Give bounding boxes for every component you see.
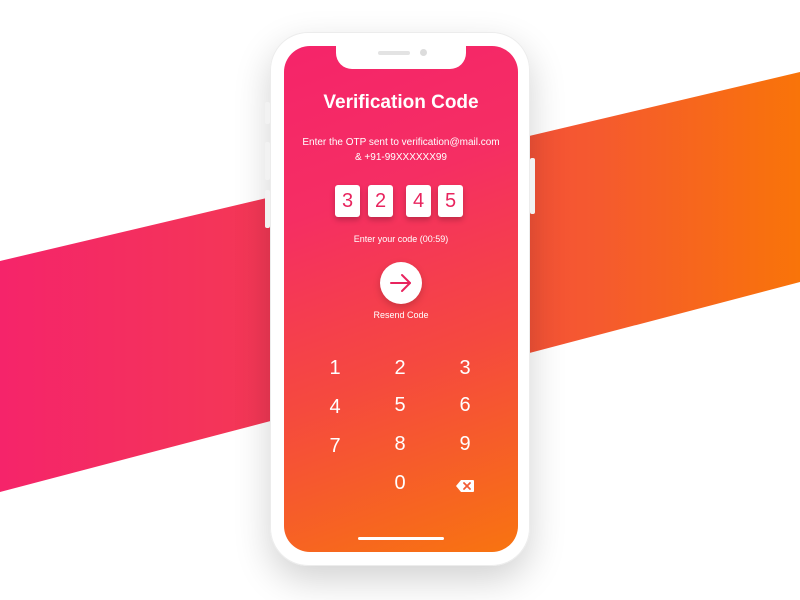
page-title: Verification Code (323, 92, 479, 113)
front-camera (420, 49, 427, 56)
otp-instructions-line1: Enter the OTP sent to verification@mail.… (302, 137, 500, 148)
keypad-key-5[interactable]: 5 (380, 390, 420, 420)
keypad-key-3[interactable]: 3 (445, 353, 485, 383)
keypad-key-7[interactable]: 7 (315, 431, 355, 461)
keypad-key-0[interactable]: 0 (380, 468, 420, 498)
otp-instructions: Enter the OTP sent to verification@mail.… (292, 135, 510, 165)
otp-digit-2[interactable]: 2 (368, 185, 393, 217)
keypad-key-8[interactable]: 8 (380, 429, 420, 459)
keypad-key-2[interactable]: 2 (380, 353, 420, 383)
keypad-key-1[interactable]: 1 (315, 353, 355, 383)
otp-instructions-line2: & +91-99XXXXXX99 (354, 152, 447, 163)
home-indicator[interactable] (358, 537, 444, 540)
backspace-button[interactable] (455, 479, 475, 493)
phone-notch (336, 46, 466, 69)
otp-digit-1[interactable]: 3 (335, 185, 360, 217)
otp-digit-4[interactable]: 5 (438, 185, 463, 217)
phone-volume-up-button (265, 142, 270, 180)
phone-volume-down-button (265, 190, 270, 228)
submit-button[interactable] (380, 262, 422, 304)
phone-screen: Verification Code Enter the OTP sent to … (284, 46, 518, 552)
otp-digit-3[interactable]: 4 (406, 185, 431, 217)
countdown-timer: Enter your code (00:59) (353, 234, 449, 244)
keypad-key-4[interactable]: 4 (315, 392, 355, 422)
keypad-key-6[interactable]: 6 (445, 390, 485, 420)
backspace-icon (456, 480, 474, 492)
phone-side-button (265, 102, 270, 124)
resend-code-link[interactable]: Resend Code (284, 310, 518, 320)
phone-power-button (530, 158, 535, 214)
arrow-right-icon (390, 274, 411, 292)
keypad-key-9[interactable]: 9 (445, 429, 485, 459)
otp-input-group: 3 2 4 5 (335, 185, 475, 217)
speaker-grille (378, 51, 410, 55)
